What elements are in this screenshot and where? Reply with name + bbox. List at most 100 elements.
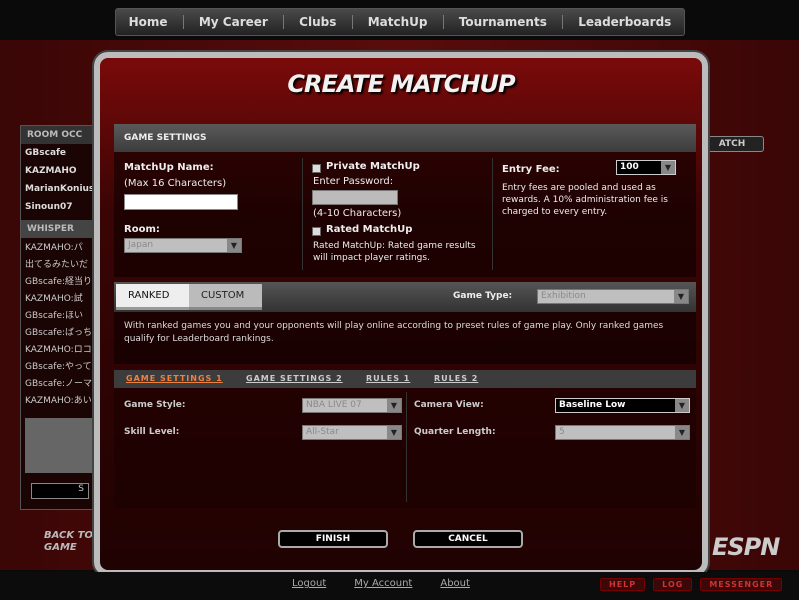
nav-separator <box>283 15 284 29</box>
game-type-select[interactable]: Exhibition ▼ <box>537 289 689 304</box>
game-type-value: Exhibition <box>541 291 586 301</box>
nav-my-career[interactable]: My Career <box>189 15 278 29</box>
user-row[interactable]: MarianKonius <box>21 180 99 198</box>
match-button[interactable]: ATCH <box>700 136 764 152</box>
chevron-down-icon: ▼ <box>661 161 675 174</box>
chat-line: GBscafe:やって <box>25 362 92 372</box>
chat-line: 出てるみたいだ <box>25 260 89 270</box>
nav-leaderboards[interactable]: Leaderboards <box>568 15 681 29</box>
skill-level-value: All-Star <box>306 427 339 437</box>
chat-input-box[interactable] <box>25 418 95 473</box>
back-to-game-button[interactable]: BACK TO GAME <box>44 530 96 554</box>
chevron-down-icon: ▼ <box>387 426 401 439</box>
quarter-length-label: Quarter Length: <box>414 427 496 437</box>
mode-tabs: RANKED CUSTOM Game Type: Exhibition ▼ <box>114 282 696 312</box>
game-settings-1-panel: Game Style: NBA LIVE 07 ▼ Skill Level: A… <box>114 388 696 508</box>
room-header: ROOM OCC <box>21 126 99 144</box>
password-hint: (4-10 Characters) <box>313 208 402 219</box>
chat-line: GBscafe:ノーマ <box>25 379 93 389</box>
matchup-name-input[interactable] <box>124 194 238 210</box>
chat-line: GBscafe:ばっち <box>25 328 93 338</box>
rated-matchup-checkbox[interactable] <box>312 227 321 236</box>
nav-separator <box>351 15 353 29</box>
room-value: Japan <box>128 240 154 250</box>
chat-line: KAZMAHO:パ <box>25 243 83 253</box>
password-input[interactable] <box>312 190 398 205</box>
espn-logo: ESPN <box>712 533 780 561</box>
chat-line: KAZMAHO:ロコ <box>25 345 92 355</box>
nav-home[interactable]: Home <box>119 15 178 29</box>
my-account-link[interactable]: My Account <box>354 578 412 589</box>
subtab-rules-2[interactable]: RULES 2 <box>434 374 478 383</box>
footer-links: Logout My Account About <box>292 578 470 589</box>
game-type-label: Game Type: <box>453 291 513 301</box>
camera-view-label: Camera View: <box>414 400 484 410</box>
footer-buttons: HELP LOG MESSENGER <box>600 578 783 591</box>
chat-line: GBscafe:ほい <box>25 311 84 321</box>
create-matchup-dialog: CREATE MATCHUP GAME SETTINGS MatchUp Nam… <box>94 52 708 576</box>
nav-separator <box>562 15 564 29</box>
settings-subtabs: GAME SETTINGS 1 GAME SETTINGS 2 RULES 1 … <box>114 370 696 388</box>
camera-view-value: Baseline Low <box>559 400 626 410</box>
send-button[interactable]: S <box>31 483 89 499</box>
quarter-length-select[interactable]: 5 ▼ <box>555 425 690 440</box>
enter-password-label: Enter Password: <box>313 176 394 187</box>
matchup-name-label: MatchUp Name: <box>124 162 214 173</box>
game-style-select[interactable]: NBA LIVE 07 ▼ <box>302 398 402 413</box>
matchup-name-hint: (Max 16 Characters) <box>124 178 227 189</box>
finish-button[interactable]: FINISH <box>278 530 388 548</box>
entry-fee-select[interactable]: 100 ▼ <box>616 160 676 175</box>
skill-level-label: Skill Level: <box>124 427 180 437</box>
nav-clubs[interactable]: Clubs <box>289 15 346 29</box>
nav-separator <box>442 15 444 29</box>
messenger-button[interactable]: MESSENGER <box>700 578 783 591</box>
whisper-header: WHISPER <box>21 220 99 238</box>
rated-matchup-desc: Rated MatchUp: Rated game results will i… <box>313 241 476 263</box>
user-row[interactable]: KAZMAHO <box>21 162 99 180</box>
private-matchup-label: Private MatchUp <box>326 161 420 172</box>
chat-line: KAZMAHO:試 <box>25 294 83 304</box>
nav-separator <box>182 15 184 29</box>
room-label: Room: <box>124 224 160 235</box>
chevron-down-icon: ▼ <box>675 426 689 439</box>
game-style-label: Game Style: <box>124 400 186 410</box>
chat-line: KAZMAHO:あい <box>25 396 92 406</box>
camera-view-select[interactable]: Baseline Low ▼ <box>555 398 690 413</box>
nav-matchup[interactable]: MatchUp <box>358 15 438 29</box>
about-link[interactable]: About <box>440 578 470 589</box>
chevron-down-icon: ▼ <box>675 399 689 412</box>
subtab-game-settings-2[interactable]: GAME SETTINGS 2 <box>246 374 343 383</box>
rated-matchup-label: Rated MatchUp <box>326 224 413 235</box>
divider <box>406 392 407 502</box>
logout-link[interactable]: Logout <box>292 578 326 589</box>
game-settings-panel: MatchUp Name: (Max 16 Characters) Room: … <box>114 152 696 277</box>
divider <box>302 158 303 270</box>
dialog-title: CREATE MATCHUP <box>287 70 515 98</box>
cancel-button[interactable]: CANCEL <box>413 530 523 548</box>
bottom-bar: Logout My Account About HELP LOG MESSENG… <box>0 572 799 600</box>
help-button[interactable]: HELP <box>600 578 646 591</box>
chevron-down-icon: ▼ <box>674 290 688 303</box>
subtab-rules-1[interactable]: RULES 1 <box>366 374 410 383</box>
user-row[interactable]: GBscafe <box>21 144 99 162</box>
tab-ranked[interactable]: RANKED <box>116 284 189 310</box>
nav-tournaments[interactable]: Tournaments <box>449 15 557 29</box>
subtab-game-settings-1[interactable]: GAME SETTINGS 1 <box>126 374 223 383</box>
private-matchup-checkbox[interactable] <box>312 164 321 173</box>
divider <box>492 158 493 270</box>
chevron-down-icon: ▼ <box>387 399 401 412</box>
room-select[interactable]: Japan ▼ <box>124 238 242 253</box>
chat-line: GBscafe:経当り <box>25 277 93 287</box>
entry-fee-desc: Entry fees are pooled and used as reward… <box>502 183 668 217</box>
user-row[interactable]: Sinoun07 <box>21 198 99 216</box>
skill-level-select[interactable]: All-Star ▼ <box>302 425 402 440</box>
chevron-down-icon: ▼ <box>227 239 241 252</box>
tab-custom[interactable]: CUSTOM <box>189 284 262 310</box>
room-panel: ROOM OCC GBscafe KAZMAHO MarianKonius Si… <box>20 125 100 510</box>
log-button[interactable]: LOG <box>653 578 693 591</box>
section-header: GAME SETTINGS <box>114 124 696 152</box>
top-nav: Home My Career Clubs MatchUp Tournaments… <box>115 8 685 36</box>
quarter-length-value: 5 <box>559 427 565 437</box>
game-style-value: NBA LIVE 07 <box>306 400 362 410</box>
entry-fee-value: 100 <box>620 162 639 172</box>
